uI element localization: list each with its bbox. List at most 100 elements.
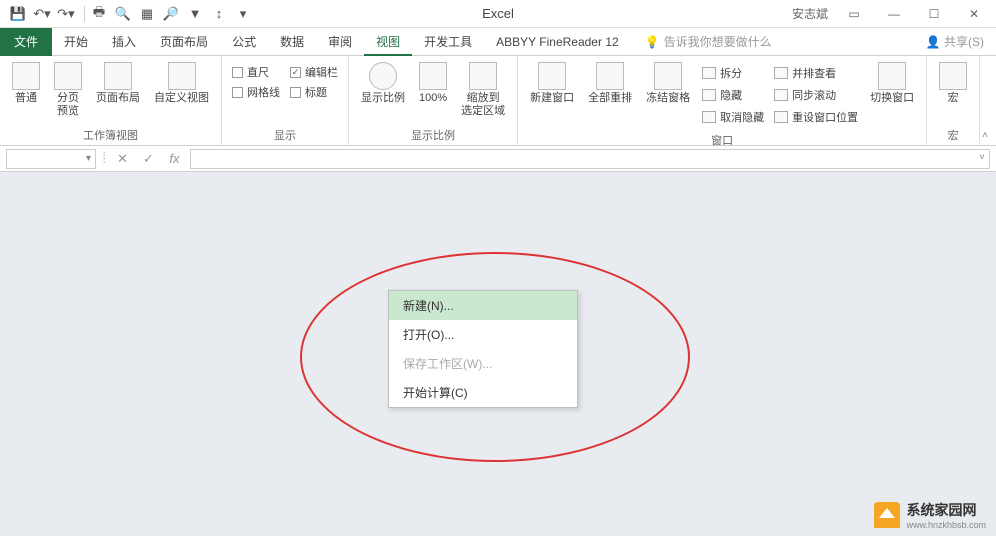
tab-abbyy[interactable]: ABBYY FineReader 12: [484, 28, 631, 56]
split-icon: [702, 67, 716, 79]
separator: [84, 6, 85, 22]
filter-icon[interactable]: ▼: [185, 4, 205, 24]
name-box[interactable]: ▾: [6, 149, 96, 169]
group-label: 窗口: [526, 130, 918, 148]
group-workbook-views: 普通 分页 预览 页面布局 自定义视图 工作簿视图: [0, 56, 222, 145]
watermark-title: 系统家园网: [906, 502, 976, 518]
switch-windows-icon: [878, 62, 906, 90]
checkbox-icon: ✓: [290, 67, 301, 78]
expand-formula-bar-icon[interactable]: ˅: [979, 152, 985, 163]
minimize-button[interactable]: —: [880, 4, 908, 24]
tab-view[interactable]: 视图: [364, 28, 412, 56]
house-icon: [874, 502, 900, 528]
maximize-button[interactable]: ☐: [920, 4, 948, 24]
formula-bar: ▾ ⁞ ✕ ✓ fx ˅: [0, 146, 996, 172]
ribbon-tabs: 文件 开始 插入 页面布局 公式 数据 审阅 视图 开发工具 ABBYY Fin…: [0, 28, 996, 56]
find-icon[interactable]: 🔎: [161, 4, 181, 24]
ribbon: 普通 分页 预览 页面布局 自定义视图 工作簿视图 直尺 网格线: [0, 56, 996, 146]
group-label: 工作簿视图: [8, 125, 213, 143]
group-label: 显示: [230, 125, 340, 143]
zoom-button[interactable]: 显示比例: [357, 60, 409, 107]
user-name[interactable]: 安志斌: [792, 5, 828, 22]
custom-views-button[interactable]: 自定义视图: [150, 60, 213, 107]
reset-position-button[interactable]: 重设窗口位置: [774, 108, 858, 126]
group-macros: 宏 宏: [927, 56, 980, 145]
ruler-checkbox[interactable]: 直尺: [232, 64, 280, 80]
unhide-icon: [702, 111, 716, 123]
group-window: 新建窗口 全部重排 冻结窗格 拆分 隐藏 取消隐藏 并排查看 同步滚动 重设窗口…: [518, 56, 927, 145]
tab-review[interactable]: 审阅: [316, 28, 364, 56]
unhide-button[interactable]: 取消隐藏: [702, 108, 764, 126]
redo-icon[interactable]: ↷▾: [56, 4, 76, 24]
insert-function-button[interactable]: fx: [164, 149, 184, 169]
sort-icon[interactable]: ↕: [209, 4, 229, 24]
headings-checkbox[interactable]: 标题: [290, 84, 338, 100]
zoom-100-icon: [419, 62, 447, 90]
print-icon[interactable]: 🖶: [89, 4, 109, 24]
print-preview-icon[interactable]: 🔍: [113, 4, 133, 24]
page-layout-view-button[interactable]: 页面布局: [92, 60, 144, 107]
cancel-formula-button[interactable]: ✕: [112, 149, 132, 169]
save-icon[interactable]: 💾: [8, 4, 28, 24]
new-window-button[interactable]: 新建窗口: [526, 60, 578, 107]
enter-formula-button[interactable]: ✓: [138, 149, 158, 169]
sync-scroll-button[interactable]: 同步滚动: [774, 86, 858, 104]
context-menu: 新建(N)... 打开(O)... 保存工作区(W)... 开始计算(C): [388, 290, 578, 408]
side-by-side-button[interactable]: 并排查看: [774, 64, 858, 82]
menu-item-calculate[interactable]: 开始计算(C): [389, 378, 577, 407]
gridlines-checkbox[interactable]: 网格线: [232, 84, 280, 100]
group-zoom: 显示比例 100% 缩放到 选定区域 显示比例: [349, 56, 518, 145]
quick-access-toolbar: 💾 ↶▾ ↷▾ 🖶 🔍 ▦ 🔎 ▼ ↕ ▾ Excel 安志斌 ▭ — ☐ ✕: [0, 0, 996, 28]
menu-item-new[interactable]: 新建(N)...: [389, 291, 577, 320]
switch-windows-button[interactable]: 切换窗口: [866, 60, 918, 107]
formula-input[interactable]: ˅: [190, 149, 990, 169]
zoom-selection-icon: [469, 62, 497, 90]
custom-views-icon: [168, 62, 196, 90]
ribbon-options-icon[interactable]: ▭: [840, 4, 868, 24]
title-bar-right: 安志斌 ▭ — ☐ ✕: [792, 4, 988, 24]
side-by-side-icon: [774, 67, 788, 79]
page-break-preview-button[interactable]: 分页 预览: [50, 60, 86, 120]
formula-bar-checkbox[interactable]: ✓编辑栏: [290, 64, 338, 80]
checkbox-icon: [290, 87, 301, 98]
tab-file[interactable]: 文件: [0, 28, 52, 56]
page-setup-icon[interactable]: ▦: [137, 4, 157, 24]
zoom-selection-button[interactable]: 缩放到 选定区域: [457, 60, 509, 120]
share-icon: 👤: [926, 35, 941, 49]
tab-page-layout[interactable]: 页面布局: [148, 28, 220, 56]
undo-icon[interactable]: ↶▾: [32, 4, 52, 24]
collapse-ribbon-icon[interactable]: ˄: [982, 130, 988, 141]
split-button[interactable]: 拆分: [702, 64, 764, 82]
arrange-all-button[interactable]: 全部重排: [584, 60, 636, 107]
normal-view-button[interactable]: 普通: [8, 60, 44, 107]
normal-view-icon: [12, 62, 40, 90]
group-label: 显示比例: [357, 125, 509, 143]
separator: ⁞: [102, 150, 106, 168]
arrange-all-icon: [596, 62, 624, 90]
tab-insert[interactable]: 插入: [100, 28, 148, 56]
tab-home[interactable]: 开始: [52, 28, 100, 56]
page-break-icon: [54, 62, 82, 90]
page-layout-icon: [104, 62, 132, 90]
share-button[interactable]: 👤 共享(S): [926, 33, 984, 50]
app-title: Excel: [482, 6, 514, 21]
freeze-panes-button[interactable]: 冻结窗格: [642, 60, 694, 107]
menu-item-open[interactable]: 打开(O)...: [389, 320, 577, 349]
worksheet-area[interactable]: 新建(N)... 打开(O)... 保存工作区(W)... 开始计算(C) 系统…: [0, 172, 996, 536]
tab-developer[interactable]: 开发工具: [412, 28, 484, 56]
checkbox-icon: [232, 67, 243, 78]
close-button[interactable]: ✕: [960, 4, 988, 24]
macros-button[interactable]: 宏: [935, 60, 971, 107]
tell-me-search[interactable]: 💡 告诉我你想要做什么: [645, 33, 772, 50]
tell-me-placeholder: 告诉我你想要做什么: [664, 33, 772, 50]
checkbox-icon: [232, 87, 243, 98]
hide-button[interactable]: 隐藏: [702, 86, 764, 104]
tab-data[interactable]: 数据: [268, 28, 316, 56]
qat-more-icon[interactable]: ▾: [233, 4, 253, 24]
hide-icon: [702, 89, 716, 101]
watermark: 系统家园网 www.hnzkhbsb.com: [874, 500, 986, 530]
group-label: 宏: [935, 125, 971, 143]
zoom-100-button[interactable]: 100%: [415, 60, 451, 107]
new-window-icon: [538, 62, 566, 90]
tab-formulas[interactable]: 公式: [220, 28, 268, 56]
